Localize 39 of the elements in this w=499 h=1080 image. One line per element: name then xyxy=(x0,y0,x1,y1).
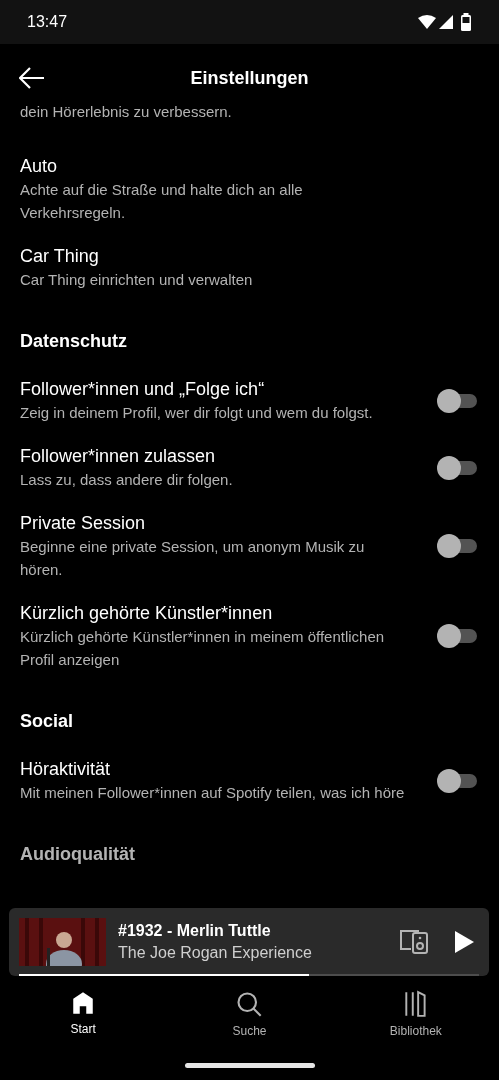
section-heading: Datenschutz xyxy=(20,330,128,353)
toggle-switch[interactable] xyxy=(437,624,479,648)
page-title: Einstellungen xyxy=(190,66,309,90)
setting-description: Mit meinen Follower*innen auf Spotify teilen, was ich höre xyxy=(20,783,406,803)
search-icon xyxy=(235,990,264,1018)
play-icon[interactable] xyxy=(453,930,475,954)
devices-icon[interactable] xyxy=(399,929,429,955)
toggle-switch[interactable] xyxy=(437,388,479,413)
nav-tab[interactable]: Bibliothek xyxy=(332,990,499,1040)
setting-title: Follower*innen zulassen xyxy=(20,445,217,468)
setting-title: Follower*innen und „Folge ich“ xyxy=(20,378,266,401)
setting-description: Zeig in deinem Profil, wer dir folgt und wem du folgst. xyxy=(20,403,374,423)
setting-title: Auto xyxy=(20,155,59,178)
mini-player[interactable]: #1932 - Merlin Tuttle The Joe Rogan Experience xyxy=(9,908,489,976)
setting-title: Kürzlich gehörte Künstler*innen xyxy=(20,602,274,625)
setting-description: Lass zu, dass andere dir folgen. xyxy=(20,470,234,490)
battery-icon xyxy=(460,13,472,31)
track-title: #1932 - Merlin Tuttle xyxy=(118,921,272,941)
track-subtitle: The Joe Rogan Experience xyxy=(118,943,313,963)
status-time: 13:47 xyxy=(27,12,68,32)
nav-tab[interactable]: Start xyxy=(0,990,167,1040)
setting-title: Car Thing xyxy=(20,245,100,268)
wifi-icon xyxy=(418,15,436,29)
setting-description: Kürzlich gehörte Künstler*innen in meinem öffentlichen Profil anzeigen xyxy=(20,627,386,670)
signal-icon xyxy=(439,15,453,29)
nav-tab[interactable]: Suche xyxy=(166,990,333,1040)
setting-title: Höraktivität xyxy=(20,758,112,781)
setting-description: Car Thing einrichten und verwalten xyxy=(20,270,254,290)
setting-title: Private Session xyxy=(20,512,147,535)
library-icon xyxy=(402,990,429,1018)
section-heading: Audioqualität xyxy=(20,843,136,866)
setting-description: Beginne eine private Session, um anonym Musik zu hören. xyxy=(20,537,366,580)
section-heading: Social xyxy=(20,710,75,733)
toggle-switch[interactable] xyxy=(437,455,479,480)
setting-description: Achte auf die Straße und halte dich an alle Verkehrsregeln. xyxy=(20,180,304,223)
toggle-switch[interactable] xyxy=(437,534,479,558)
setting-description: dein Hörerlebnis zu verbessern. xyxy=(20,102,233,122)
toggle-switch[interactable] xyxy=(437,768,479,793)
back-arrow-icon[interactable] xyxy=(19,67,45,89)
